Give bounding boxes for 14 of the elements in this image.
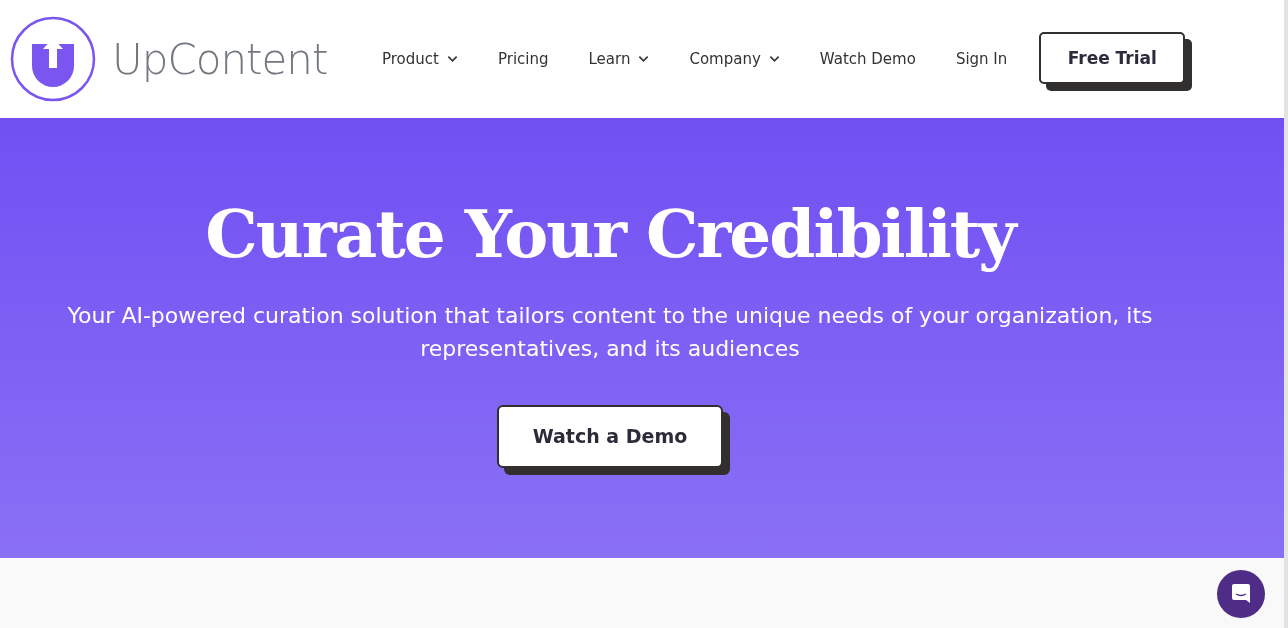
chevron-down-icon xyxy=(768,55,780,63)
nav-link[interactable]: Company xyxy=(689,50,780,68)
chevron-down-icon xyxy=(638,55,650,63)
chat-icon xyxy=(1231,583,1251,605)
chevron-down-icon xyxy=(446,55,458,63)
hero-subtitle: Your AI-powered curation solution that tailors content to the unique needs of your organization, its representatives, and its audiences xyxy=(66,301,1154,363)
logo-icon[interactable] xyxy=(10,16,96,102)
nav-link[interactable]: Sign In xyxy=(955,50,1008,68)
nav-link[interactable]: Learn xyxy=(588,50,650,68)
nav-link[interactable]: Watch Demo xyxy=(819,50,916,68)
nav-link[interactable]: Product xyxy=(382,50,458,68)
logo-text[interactable]: UpContent xyxy=(112,34,328,84)
chat-button[interactable] xyxy=(1217,570,1265,618)
nav-link[interactable]: Pricing xyxy=(497,50,549,68)
